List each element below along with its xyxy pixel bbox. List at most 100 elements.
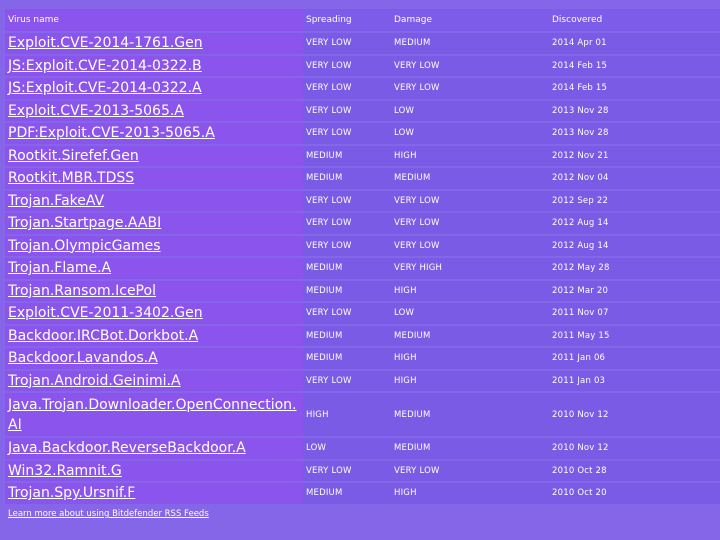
- discovered-value: 2010 Oct 28: [549, 460, 720, 481]
- table-row: Trojan.Flame.A MEDIUM VERY HIGH 2012 May…: [5, 258, 720, 279]
- spreading-value: VERY LOW: [303, 213, 391, 234]
- damage-value: LOW: [391, 123, 549, 144]
- rss-feeds-link[interactable]: Learn more about using Bitdefender RSS F…: [8, 509, 209, 519]
- damage-value: HIGH: [391, 280, 549, 301]
- table-row: Java.Backdoor.ReverseBackdoor.A LOW MEDI…: [5, 438, 720, 459]
- damage-value: HIGH: [391, 145, 549, 166]
- table-row: Win32.Ramnit.G VERY LOW VERY LOW 2010 Oc…: [5, 460, 720, 481]
- table-row: Exploit.CVE-2014-1761.Gen VERY LOW MEDIU…: [5, 33, 720, 54]
- table-row: JS:Exploit.CVE-2014-0322.A VERY LOW VERY…: [5, 78, 720, 99]
- table-row: Java.Trojan.Downloader.OpenConnection.AI…: [5, 393, 720, 436]
- discovered-value: 2011 May 15: [549, 325, 720, 346]
- virus-name-link[interactable]: Win32.Ramnit.G: [5, 460, 303, 481]
- header-virus-name: Virus name: [5, 9, 303, 31]
- table-row: Trojan.Ransom.IcePol MEDIUM HIGH 2012 Ma…: [5, 280, 720, 301]
- virus-name-link[interactable]: Trojan.Startpage.AABI: [5, 213, 303, 234]
- virus-name-link[interactable]: Trojan.Spy.Ursnif.F: [5, 483, 303, 504]
- discovered-value: 2013 Nov 28: [549, 123, 720, 144]
- spreading-value: VERY LOW: [303, 460, 391, 481]
- virus-name-link[interactable]: Trojan.Android.Geinimi.A: [5, 370, 303, 391]
- virus-name-link[interactable]: Rootkit.MBR.TDSS: [5, 168, 303, 189]
- spreading-value: VERY LOW: [303, 33, 391, 54]
- virus-name-link[interactable]: JS:Exploit.CVE-2014-0322.B: [5, 55, 303, 76]
- discovered-value: 2010 Oct 20: [549, 483, 720, 504]
- damage-value: MEDIUM: [391, 438, 549, 459]
- spreading-value: MEDIUM: [303, 280, 391, 301]
- virus-name-link[interactable]: Trojan.Flame.A: [5, 258, 303, 279]
- header-spreading: Spreading: [303, 9, 391, 31]
- discovered-value: 2010 Nov 12: [549, 393, 720, 436]
- table-row: Trojan.Spy.Ursnif.F MEDIUM HIGH 2010 Oct…: [5, 483, 720, 504]
- discovered-value: 2011 Jan 06: [549, 348, 720, 369]
- spreading-value: MEDIUM: [303, 258, 391, 279]
- damage-value: LOW: [391, 100, 549, 121]
- discovered-value: 2010 Nov 12: [549, 438, 720, 459]
- table-row: Trojan.Android.Geinimi.A VERY LOW HIGH 2…: [5, 370, 720, 391]
- virus-name-link[interactable]: Trojan.OlympicGames: [5, 235, 303, 256]
- damage-value: VERY LOW: [391, 235, 549, 256]
- spreading-value: VERY LOW: [303, 370, 391, 391]
- discovered-value: 2012 Aug 14: [549, 235, 720, 256]
- discovered-value: 2012 Nov 04: [549, 168, 720, 189]
- damage-value: VERY HIGH: [391, 258, 549, 279]
- discovered-value: 2012 Sep 22: [549, 190, 720, 211]
- damage-value: VERY LOW: [391, 190, 549, 211]
- virus-name-link[interactable]: Exploit.CVE-2011-3402.Gen: [5, 303, 303, 324]
- spreading-value: MEDIUM: [303, 325, 391, 346]
- header-damage: Damage: [391, 9, 549, 31]
- virus-name-link[interactable]: Trojan.Ransom.IcePol: [5, 280, 303, 301]
- damage-value: VERY LOW: [391, 55, 549, 76]
- virus-name-link[interactable]: JS:Exploit.CVE-2014-0322.A: [5, 78, 303, 99]
- table-row: Rootkit.MBR.TDSS MEDIUM MEDIUM 2012 Nov …: [5, 168, 720, 189]
- damage-value: HIGH: [391, 370, 549, 391]
- damage-value: MEDIUM: [391, 33, 549, 54]
- damage-value: VERY LOW: [391, 78, 549, 99]
- damage-value: HIGH: [391, 348, 549, 369]
- virus-name-link[interactable]: Backdoor.IRCBot.Dorkbot.A: [5, 325, 303, 346]
- virus-name-link[interactable]: Trojan.FakeAV: [5, 190, 303, 211]
- table-row: JS:Exploit.CVE-2014-0322.B VERY LOW VERY…: [5, 55, 720, 76]
- discovered-value: 2014 Apr 01: [549, 33, 720, 54]
- discovered-value: 2011 Jan 03: [549, 370, 720, 391]
- discovered-value: 2013 Nov 28: [549, 100, 720, 121]
- spreading-value: VERY LOW: [303, 55, 391, 76]
- table-row: Exploit.CVE-2013-5065.A VERY LOW LOW 201…: [5, 100, 720, 121]
- spreading-value: VERY LOW: [303, 303, 391, 324]
- table-row: Exploit.CVE-2011-3402.Gen VERY LOW LOW 2…: [5, 303, 720, 324]
- spreading-value: HIGH: [303, 393, 391, 436]
- table-row: Trojan.OlympicGames VERY LOW VERY LOW 20…: [5, 235, 720, 256]
- spreading-value: VERY LOW: [303, 100, 391, 121]
- virus-feed-panel: Virus name Spreading Damage Discovered E…: [0, 0, 720, 540]
- table-header-row: Virus name Spreading Damage Discovered: [5, 9, 720, 31]
- virus-name-link[interactable]: Java.Backdoor.ReverseBackdoor.A: [5, 438, 303, 459]
- table-row: Trojan.FakeAV VERY LOW VERY LOW 2012 Sep…: [5, 190, 720, 211]
- virus-name-link[interactable]: Exploit.CVE-2014-1761.Gen: [5, 33, 303, 54]
- spreading-value: MEDIUM: [303, 348, 391, 369]
- spreading-value: VERY LOW: [303, 78, 391, 99]
- virus-name-link[interactable]: PDF:Exploit.CVE-2013-5065.A: [5, 123, 303, 144]
- virus-table: Virus name Spreading Damage Discovered E…: [5, 7, 720, 506]
- damage-value: VERY LOW: [391, 213, 549, 234]
- virus-name-link[interactable]: Java.Trojan.Downloader.OpenConnection.AI: [5, 393, 303, 436]
- discovered-value: 2011 Nov 07: [549, 303, 720, 324]
- damage-value: MEDIUM: [391, 325, 549, 346]
- damage-value: MEDIUM: [391, 393, 549, 436]
- table-row: Backdoor.Lavandos.A MEDIUM HIGH 2011 Jan…: [5, 348, 720, 369]
- table-row: PDF:Exploit.CVE-2013-5065.A VERY LOW LOW…: [5, 123, 720, 144]
- virus-name-link[interactable]: Exploit.CVE-2013-5065.A: [5, 100, 303, 121]
- virus-name-link[interactable]: Backdoor.Lavandos.A: [5, 348, 303, 369]
- virus-name-link[interactable]: Rootkit.Sirefef.Gen: [5, 145, 303, 166]
- spreading-value: MEDIUM: [303, 145, 391, 166]
- discovered-value: 2014 Feb 15: [549, 78, 720, 99]
- spreading-value: MEDIUM: [303, 483, 391, 504]
- discovered-value: 2012 Mar 20: [549, 280, 720, 301]
- discovered-value: 2012 May 28: [549, 258, 720, 279]
- spreading-value: LOW: [303, 438, 391, 459]
- table-row: Rootkit.Sirefef.Gen MEDIUM HIGH 2012 Nov…: [5, 145, 720, 166]
- discovered-value: 2012 Aug 14: [549, 213, 720, 234]
- spreading-value: MEDIUM: [303, 168, 391, 189]
- damage-value: LOW: [391, 303, 549, 324]
- discovered-value: 2012 Nov 21: [549, 145, 720, 166]
- header-discovered: Discovered: [549, 9, 720, 31]
- table-row: Trojan.Startpage.AABI VERY LOW VERY LOW …: [5, 213, 720, 234]
